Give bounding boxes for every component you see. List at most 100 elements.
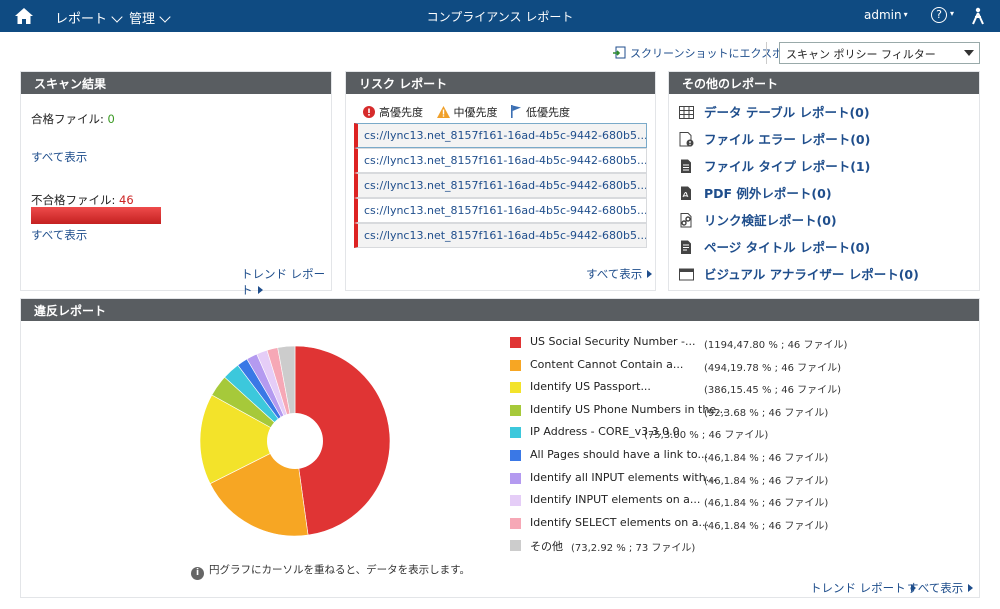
- report-label: PDF 例外レポート(0): [704, 186, 832, 201]
- trend-report-link[interactable]: トレンド レポート: [241, 266, 331, 298]
- panel-title: リスク レポート: [346, 72, 655, 94]
- report-label: ファイル エラー レポート(0): [704, 132, 871, 147]
- user-menu[interactable]: admin ▾: [864, 8, 908, 22]
- other-reports-list: データ テーブル レポート(0) ファイル エラー レポート(0) ファイル タ…: [679, 102, 919, 291]
- legend-label: Content Cannot Contain a...: [530, 357, 684, 371]
- high-priority-icon: [363, 106, 375, 118]
- show-all-fail-link[interactable]: すべて表示: [31, 227, 87, 243]
- low-priority-legend: 低優先度: [511, 105, 570, 119]
- export-icon: [613, 46, 626, 59]
- accessibility-icon[interactable]: [970, 7, 986, 25]
- legend-swatch: [510, 337, 521, 348]
- low-priority-label: 低優先度: [526, 106, 570, 119]
- violation-trend-label: トレンド レポート: [810, 581, 906, 595]
- risk-list-item[interactable]: cs://lync13.net_8157f161-16ad-4b5c-9442-…: [354, 148, 647, 173]
- legend-stats: (494,19.78 % ; 46 ファイル): [704, 362, 842, 374]
- trend-report-label: トレンド レポート: [241, 267, 326, 297]
- risk-list-item[interactable]: cs://lync13.net_8157f161-16ad-4b5c-9442-…: [354, 123, 647, 148]
- legend-swatch: [510, 540, 521, 552]
- report-link-visual-analyzer[interactable]: ビジュアル アナライザー レポート(0): [679, 264, 919, 291]
- legend-swatch: [510, 359, 521, 371]
- low-priority-flag-icon: [511, 105, 521, 118]
- legend-label: Identify INPUT elements on a...: [530, 493, 701, 507]
- report-label: リンク検証レポート(0): [704, 213, 837, 228]
- report-link-page-title[interactable]: ページ タイトル レポート(0): [679, 237, 919, 264]
- user-name: admin: [864, 8, 902, 22]
- scan-results-panel: スキャン結果 合格ファイル: 0 すべて表示 不合格ファイル: 46 すべて表示…: [20, 71, 332, 297]
- fail-label: 不合格ファイル:: [31, 193, 116, 207]
- report-link-file-error[interactable]: ファイル エラー レポート(0): [679, 129, 919, 156]
- pie-center-hole: [267, 413, 323, 469]
- legend-swatch: [510, 495, 521, 507]
- pass-count: 0: [107, 112, 115, 126]
- legend-label: Identify SELECT elements on a...: [530, 515, 709, 529]
- pie-hint: i 円グラフにカーソルを重ねると、データを表示します。: [191, 562, 470, 580]
- legend-stats: (46,1.84 % ; 46 ファイル): [704, 520, 829, 532]
- export-screenshot-link[interactable]: スクリーンショットにエクスポート: [613, 45, 805, 61]
- visual-analyzer-icon: [679, 268, 694, 281]
- legend-label: Identify US Phone Numbers in the...: [530, 402, 727, 416]
- violation-show-all-label: すべて表示: [907, 581, 964, 595]
- report-label: データ テーブル レポート(0): [704, 105, 870, 120]
- other-reports-panel: その他のレポート データ テーブル レポート(0) ファイル エラー レポート(…: [668, 71, 980, 291]
- legend-label: US Social Security Number -...: [530, 335, 696, 348]
- legend-swatch: [510, 427, 521, 439]
- show-all-pass-link[interactable]: すべて表示: [31, 149, 87, 165]
- report-link-pdf-exception[interactable]: PDF 例外レポート(0): [679, 183, 919, 210]
- link-check-icon: [680, 213, 692, 228]
- page-title: コンプライアンス レポート: [426, 10, 574, 24]
- file-error-icon: [679, 132, 694, 147]
- pie-hint-text: 円グラフにカーソルを重ねると、データを表示します。: [209, 564, 471, 576]
- priority-legend: 高優先度 中優先度 低優先度: [363, 104, 580, 120]
- arrow-right-icon: [968, 584, 974, 592]
- risk-list: cs://lync13.net_8157f161-16ad-4b5c-9442-…: [354, 123, 647, 248]
- help-icon[interactable]: ?: [931, 7, 947, 23]
- legend-stats: (92,3.68 % ; 46 ファイル): [704, 407, 829, 419]
- dropdown-arrow-icon: [964, 50, 974, 56]
- medium-priority-icon: [436, 106, 450, 118]
- legend-stats: (46,1.84 % ; 46 ファイル): [704, 498, 829, 510]
- report-link-link-check[interactable]: リンク検証レポート(0): [679, 210, 919, 237]
- panel-title: その他のレポート: [669, 72, 979, 94]
- legend-swatch: [510, 382, 521, 394]
- fail-count: 46: [119, 193, 134, 207]
- medium-priority-label: 中優先度: [453, 106, 498, 119]
- fail-files: 不合格ファイル: 46: [31, 192, 134, 208]
- filter-selected-value: スキャン ポリシー フィルター: [786, 48, 936, 61]
- legend-stats: (75,3.00 % ; 46 ファイル): [644, 430, 769, 442]
- pdf-icon: [681, 186, 691, 200]
- legend-label: Identify all INPUT elements with...: [530, 470, 717, 484]
- report-label: ファイル タイプ レポート(1): [704, 159, 871, 174]
- top-navigation-bar: レポート 管理 コンプライアンス レポート admin ▾ ? ▾: [0, 0, 1000, 32]
- risk-list-item[interactable]: cs://lync13.net_8157f161-16ad-4b5c-9442-…: [354, 198, 647, 223]
- risk-show-all-link[interactable]: すべて表示: [586, 266, 653, 282]
- scan-policy-filter-select[interactable]: スキャン ポリシー フィルター: [779, 42, 980, 64]
- report-link-data-table[interactable]: データ テーブル レポート(0): [679, 102, 919, 129]
- risk-list-item[interactable]: cs://lync13.net_8157f161-16ad-4b5c-9442-…: [354, 223, 647, 248]
- legend-stats: (46,1.84 % ; 46 ファイル): [704, 452, 829, 464]
- report-label: ページ タイトル レポート(0): [704, 240, 871, 255]
- fail-progress-bar: [31, 207, 161, 224]
- info-icon: i: [191, 567, 204, 580]
- risk-list-item[interactable]: cs://lync13.net_8157f161-16ad-4b5c-9442-…: [354, 173, 647, 198]
- file-type-icon: [681, 159, 691, 173]
- panel-title: 違反レポート: [21, 299, 979, 321]
- pass-label: 合格ファイル:: [31, 112, 104, 126]
- high-priority-legend: 高優先度: [363, 106, 423, 119]
- legend-swatch: [510, 472, 521, 484]
- arrow-right-icon: [257, 286, 263, 294]
- violation-trend-link[interactable]: トレンド レポート: [810, 580, 916, 596]
- report-label: ビジュアル アナライザー レポート(0): [704, 267, 919, 282]
- legend-swatch: [510, 449, 521, 461]
- pass-files: 合格ファイル: 0: [31, 111, 115, 127]
- caret-icon: ▾: [903, 10, 908, 19]
- panel-title: スキャン結果: [21, 72, 331, 94]
- violation-pie-chart[interactable]: [199, 345, 391, 537]
- violation-show-all-link[interactable]: すべて表示: [907, 580, 974, 596]
- legend-stats: (1194,47.80 % ; 46 ファイル): [704, 340, 848, 351]
- violation-report-panel: 違反レポート i 円グラフにカーソルを重ねると、データを表示します。 US Soc…: [20, 298, 980, 598]
- legend-swatch: [510, 404, 521, 416]
- page-title-icon: [681, 240, 691, 254]
- report-link-file-type[interactable]: ファイル タイプ レポート(1): [679, 156, 919, 183]
- help-caret-icon[interactable]: ▾: [950, 9, 954, 18]
